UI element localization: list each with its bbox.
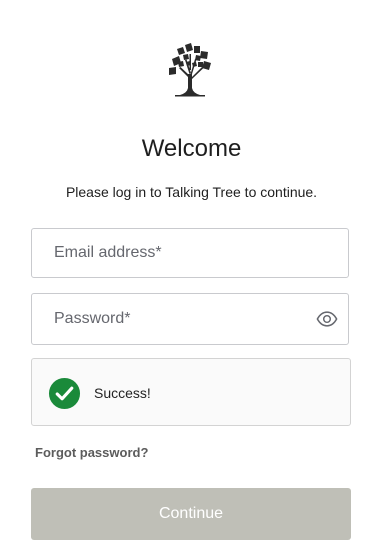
password-field-container <box>31 293 349 345</box>
captcha-status-text: Success! <box>94 385 151 401</box>
page-title: Welcome <box>141 135 242 162</box>
checkmark-circle-icon <box>48 377 81 410</box>
email-field[interactable] <box>32 229 348 277</box>
captcha-widget: Success! <box>31 358 351 426</box>
eye-icon[interactable] <box>316 308 338 330</box>
tree-icon <box>162 40 218 98</box>
email-field-container <box>31 228 349 278</box>
password-field[interactable] <box>32 294 348 344</box>
page-subtitle: Please log in to Talking Tree to continu… <box>65 184 318 200</box>
forgot-password-link[interactable]: Forgot password? <box>35 445 148 460</box>
continue-button[interactable]: Continue <box>31 488 351 540</box>
